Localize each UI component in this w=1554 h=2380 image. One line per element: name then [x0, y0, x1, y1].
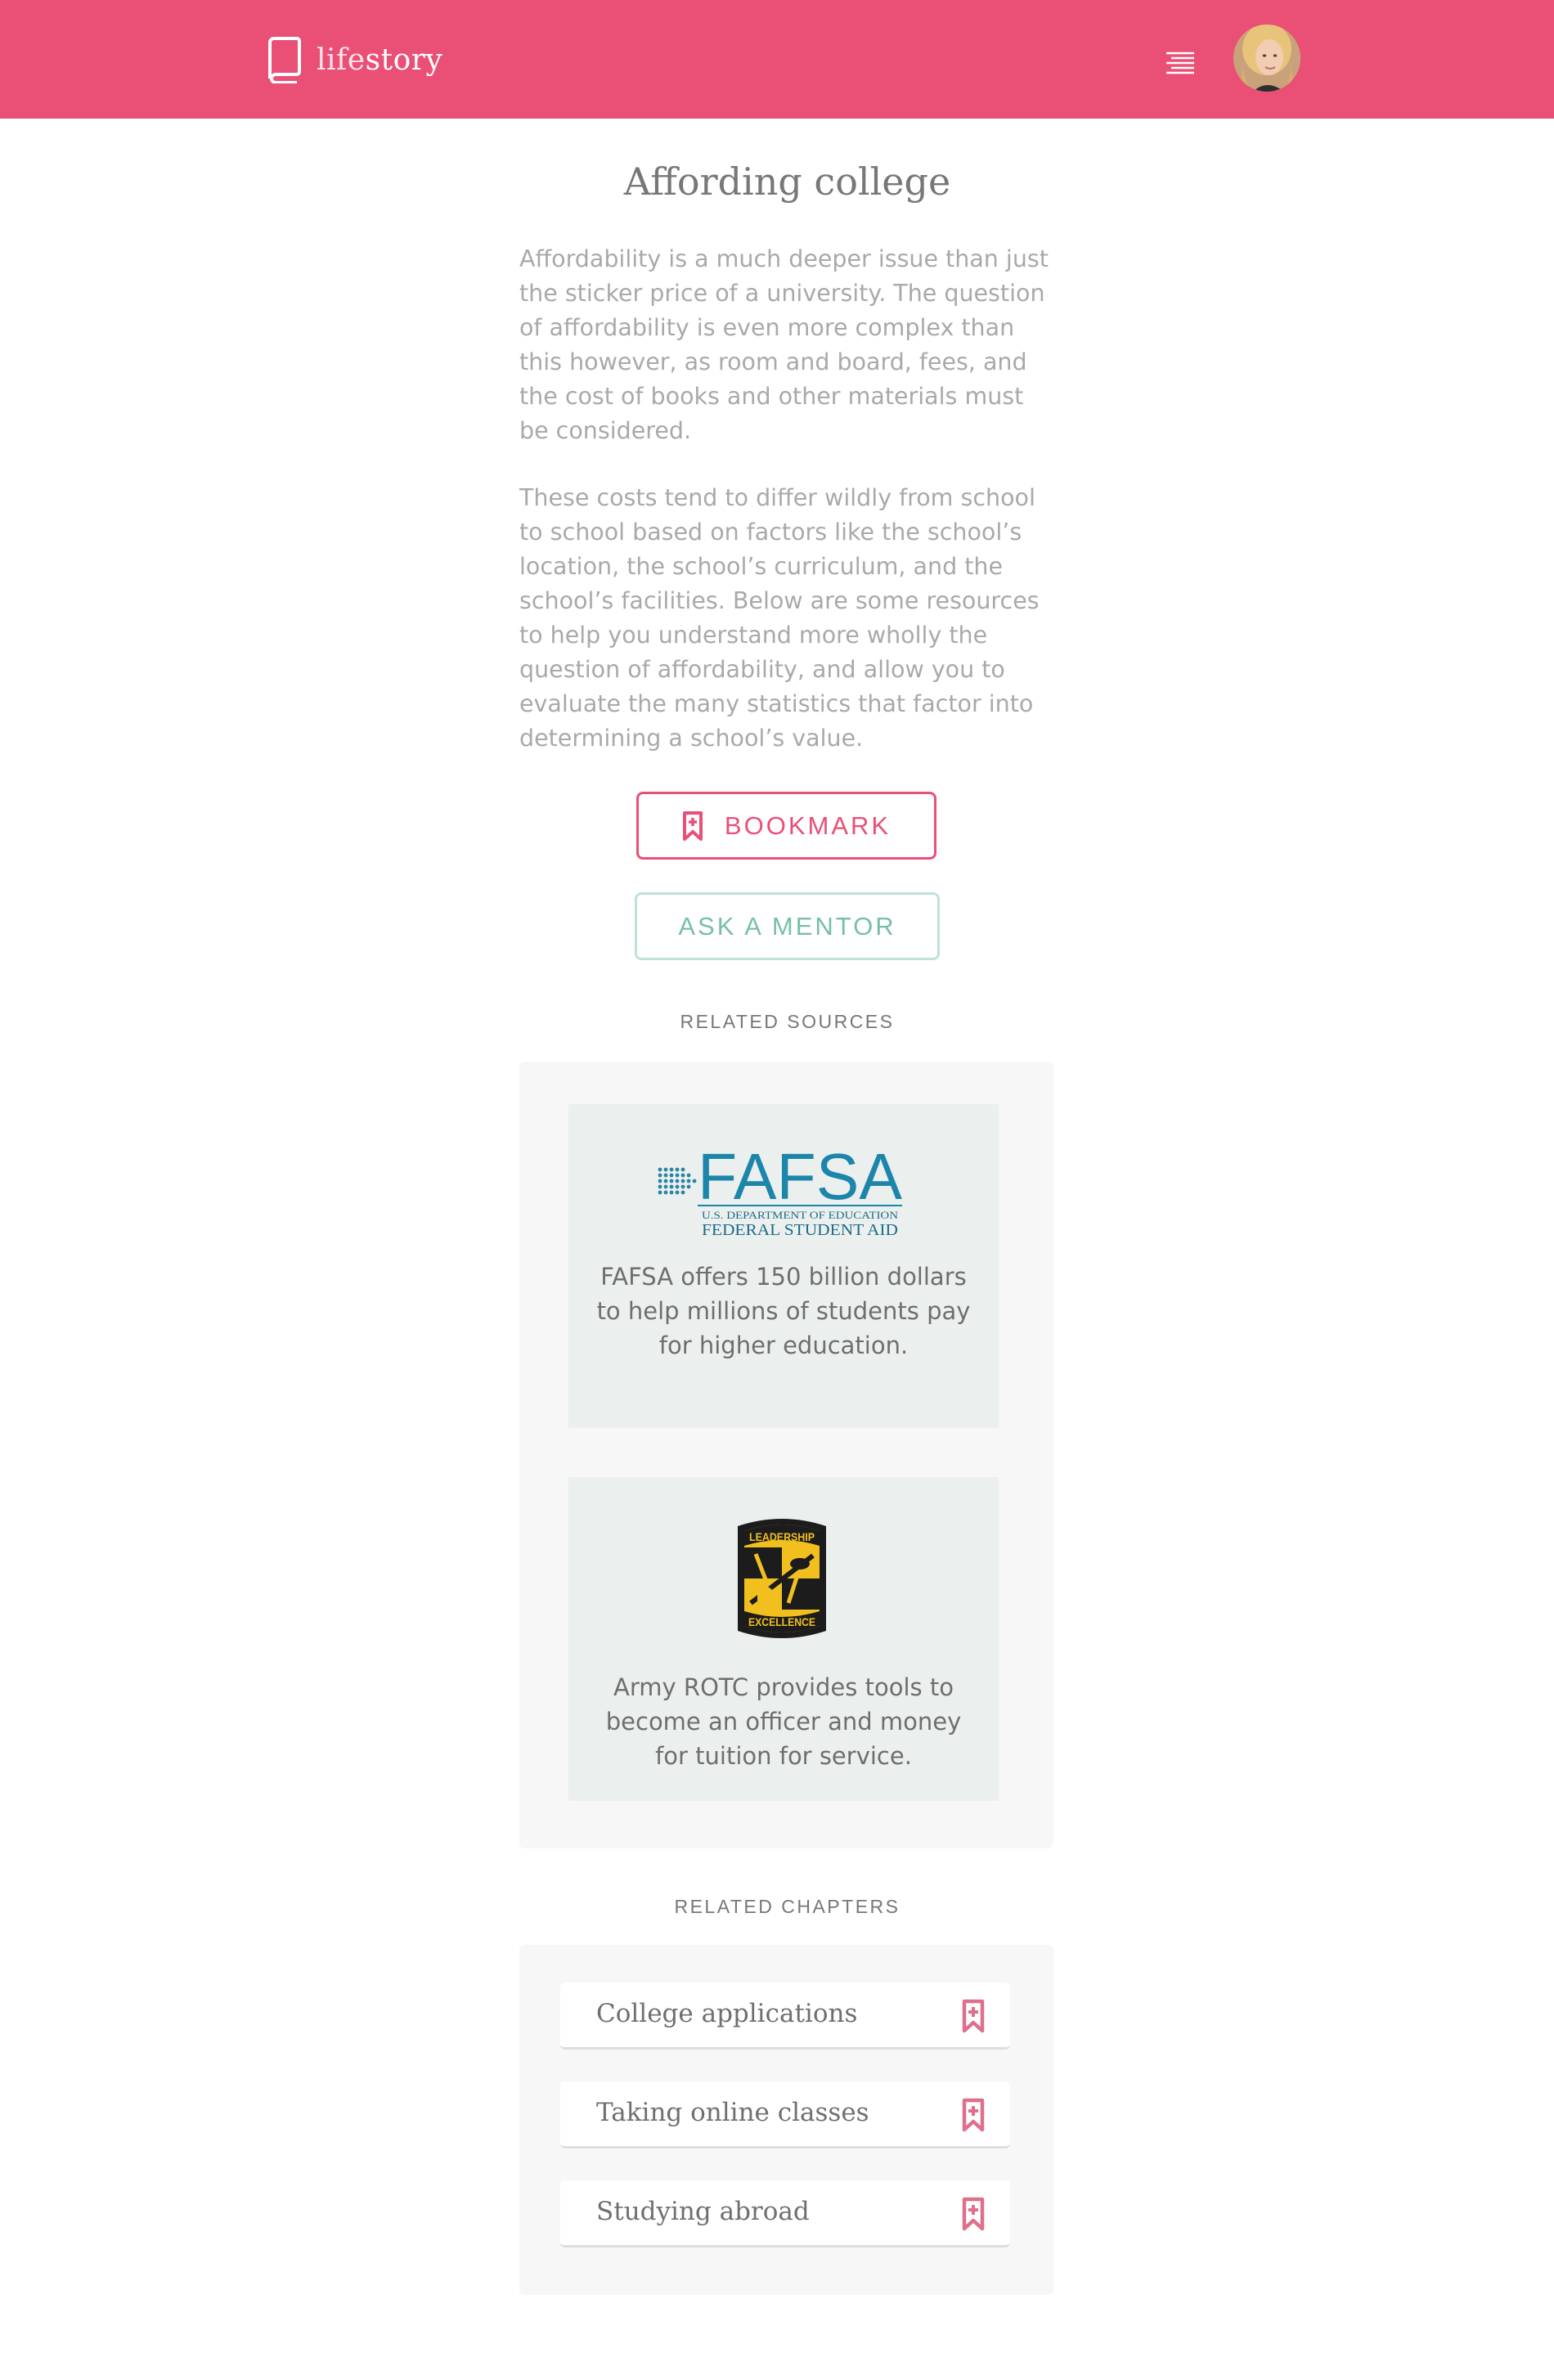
source-description: FAFSA offers 150 billion dollars to help… [596, 1263, 971, 1359]
army-rotc-shield-logo: LEADERSHIP EXCELLENCE [738, 1519, 826, 1638]
fafsa-logo: FAFSA U.S. DEPARTMENT OF EDUCATION FEDER… [658, 1142, 903, 1238]
chapter-title: College applications [596, 1999, 858, 2028]
brand-logo[interactable]: lifestory [267, 36, 442, 83]
top-nav-bar: lifestory [0, 0, 1554, 119]
chapter-title: Taking online classes [596, 2098, 869, 2127]
ask-mentor-label: ASK A MENTOR [678, 911, 896, 941]
source-card-army-rotc[interactable]: LEADERSHIP EXCELLENCE Army ROTC provides… [568, 1477, 999, 1801]
svg-text:FAFSA: FAFSA [698, 1142, 903, 1213]
svg-text:LEADERSHIP: LEADERSHIP [749, 1530, 815, 1543]
brand-name: lifestory [317, 43, 442, 77]
bookmark-icon[interactable] [961, 2097, 986, 2133]
svg-text:EXCELLENCE: EXCELLENCE [748, 1615, 815, 1628]
source-description: Army ROTC provides tools to become an of… [605, 1673, 962, 1770]
related-sources-heading: RELATED SOURCES [680, 1011, 895, 1032]
bookmark-label: BOOKMARK [724, 811, 892, 840]
avatar-image [1233, 25, 1300, 92]
brand-name-light: life [317, 43, 366, 77]
brand-name-bold: story [365, 43, 443, 77]
chapter-item[interactable]: Taking online classes [560, 2081, 1010, 2149]
chapter-title: Studying abroad [596, 2197, 810, 2226]
related-chapters-heading: RELATED CHAPTERS [674, 1896, 901, 1917]
svg-text:U.S. DEPARTMENT OF EDUCATION: U.S. DEPARTMENT OF EDUCATION [702, 1209, 899, 1221]
page-title: Affording college [623, 159, 951, 204]
article-header: Affording college [519, 159, 1055, 204]
related-sources-panel: FAFSA U.S. DEPARTMENT OF EDUCATION FEDER… [519, 1062, 1053, 1848]
source-card-fafsa[interactable]: FAFSA U.S. DEPARTMENT OF EDUCATION FEDER… [568, 1104, 999, 1428]
related-chapters-panel: College applications Taking online class… [519, 1945, 1053, 2295]
chapter-item[interactable]: Studying abroad [560, 2180, 1010, 2248]
book-icon [268, 37, 301, 83]
chapter-item[interactable]: College applications [560, 1983, 1010, 2050]
bookmark-icon[interactable] [961, 1998, 986, 2034]
article-paragraph-1: Affordability is a much deeper issue tha… [519, 245, 1049, 444]
bookmark-icon[interactable] [961, 2196, 986, 2232]
article-paragraph-2: These costs tend to differ wildly from s… [519, 484, 1040, 752]
user-avatar[interactable] [1233, 25, 1300, 92]
ask-mentor-button[interactable]: ASK A MENTOR [635, 892, 940, 960]
menu-icon[interactable] [1165, 51, 1196, 75]
svg-text:FEDERAL STUDENT AID: FEDERAL STUDENT AID [702, 1221, 898, 1238]
bookmark-icon [682, 811, 703, 841]
bookmark-button[interactable]: BOOKMARK [636, 792, 936, 860]
